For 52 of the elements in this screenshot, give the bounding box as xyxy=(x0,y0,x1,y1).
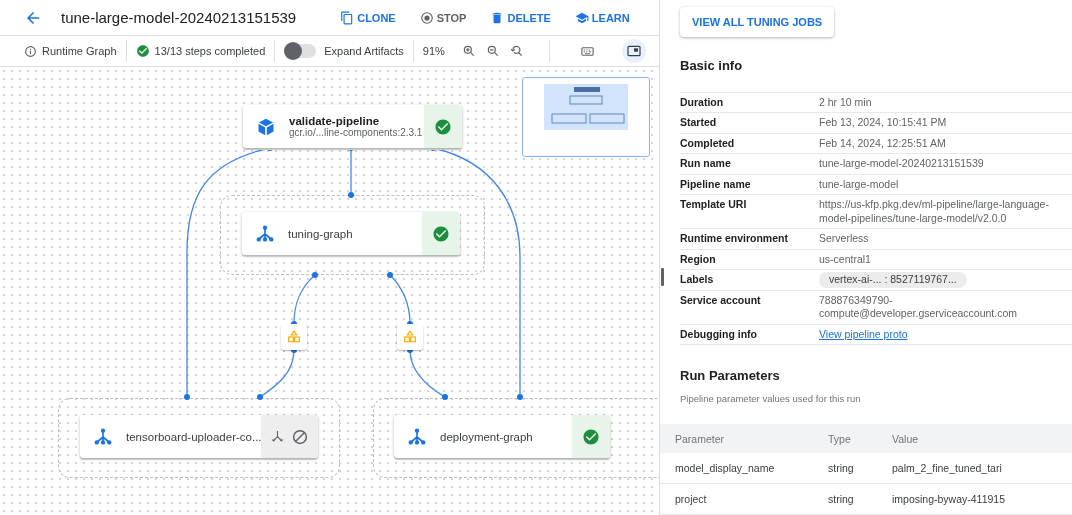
table-cell: project xyxy=(660,484,828,515)
section-title: Basic info xyxy=(680,57,744,73)
section-subtitle: Pipeline parameter values used for this run xyxy=(680,393,862,404)
steps-status: 13/13 steps completed xyxy=(154,45,266,57)
learn-button[interactable]: LEARN xyxy=(574,10,630,25)
clone-button[interactable]: CLONE xyxy=(340,10,396,25)
table-cell: string xyxy=(828,453,892,484)
pipeline-node[interactable]: tuning-graph xyxy=(242,212,460,255)
detail-value: tune-large-model-20240213151539 xyxy=(819,154,1072,175)
detail-value: us-central1 xyxy=(819,249,1072,270)
node-title: tuning-graph xyxy=(288,227,354,240)
detail-value: Feb 14, 2024, 12:25:51 AM xyxy=(819,133,1072,154)
detail-label: Started xyxy=(680,113,819,134)
table-cell: string xyxy=(828,484,892,515)
detail-value: Serverless xyxy=(819,229,1072,250)
detail-label: Pipeline name xyxy=(680,174,819,195)
label-chip[interactable]: vertex-ai-... : 8527119767... xyxy=(819,272,967,288)
detail-value: 2 hr 10 min xyxy=(819,92,1072,113)
node-title: tensorboard-uploader-co... xyxy=(126,430,261,443)
table-cell: model_display_name xyxy=(660,453,828,484)
column-header: Parameter xyxy=(660,424,828,453)
detail-label: Runtime environment xyxy=(680,229,819,250)
pipeline-node[interactable]: deployment-graph xyxy=(394,415,610,458)
toggle-label: Expand Artifacts xyxy=(324,45,404,57)
view-label: Runtime Graph xyxy=(42,45,117,57)
detail-label: Debugging info xyxy=(680,324,819,345)
section-title: Run Parameters xyxy=(680,368,781,383)
detail-label: Duration xyxy=(680,92,819,113)
detail-label: Run name xyxy=(680,154,819,175)
column-header: Type xyxy=(828,424,892,453)
detail-label: Template URI xyxy=(680,195,819,229)
delete-button[interactable]: DELETE xyxy=(490,10,551,25)
node-subtitle: gcr.io/...line-components:2.3.1 xyxy=(289,127,424,138)
detail-label: Region xyxy=(680,249,819,270)
detail-label: Completed xyxy=(680,133,819,154)
table-cell: imposing-byway-411915 xyxy=(892,484,1072,515)
detail-value: https://us-kfp.pkg.dev/ml-pipeline/large-language-model-pipelines/tune-large-model/v2.0.0 xyxy=(819,195,1072,229)
zoom-level: 91% xyxy=(422,45,445,57)
pipeline-node[interactable]: validate-pipeline gcr.io/...line-components:2.3.1 xyxy=(243,105,462,148)
detail-value: 788876349790-compute@developer.gserviceaccount.com xyxy=(819,290,1072,325)
detail-value: Feb 13, 2024, 10:15:41 PM xyxy=(819,113,1072,134)
detail-value: tune-large-model xyxy=(819,174,1072,195)
view-all-jobs-button[interactable]: VIEW ALL TUNING JOBS xyxy=(680,7,835,37)
node-title: validate-pipeline xyxy=(289,115,380,127)
pipeline-node[interactable]: tensorboard-uploader-co... xyxy=(80,415,318,458)
detail-label: Labels xyxy=(680,270,819,291)
column-header: Value xyxy=(892,424,1072,453)
pipeline-proto-link[interactable]: View pipeline proto xyxy=(819,327,908,340)
node-title: deployment-graph xyxy=(440,430,534,443)
detail-label: Service account xyxy=(680,290,819,325)
page-title: tune-large-model-20240213151539 xyxy=(61,9,297,26)
table-cell: palm_2_fine_tuned_tari xyxy=(892,453,1072,484)
